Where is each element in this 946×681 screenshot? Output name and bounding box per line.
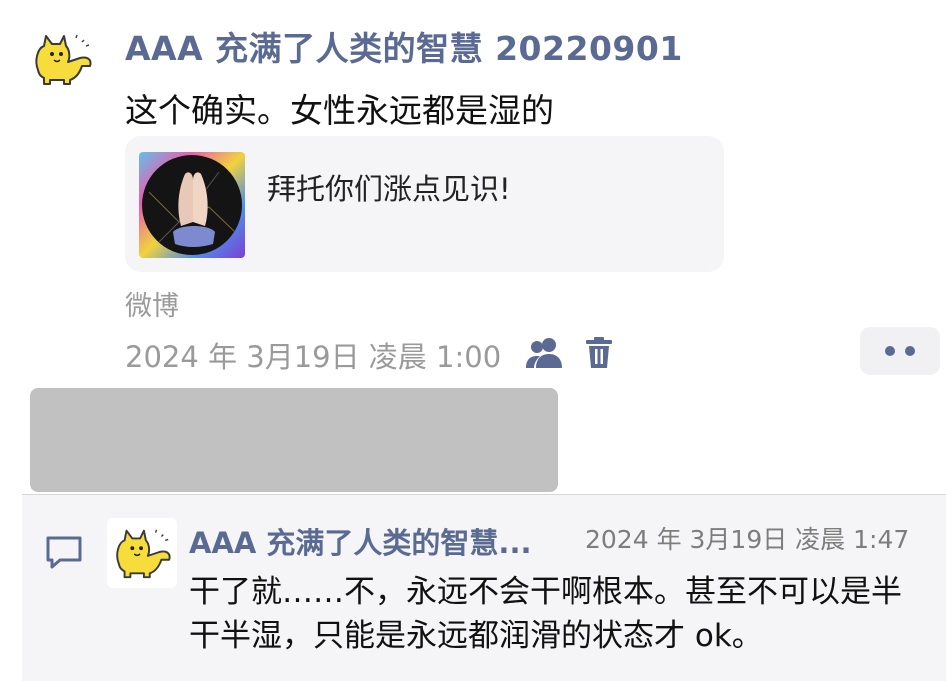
post-author-name[interactable]: AAA 充满了人类的智慧 20220901 bbox=[125, 22, 683, 70]
post-timestamp: 2024 年 3月19日 凌晨 1:00 bbox=[125, 340, 502, 374]
trash-icon bbox=[586, 337, 612, 368]
comment-author-avatar[interactable] bbox=[107, 518, 177, 588]
delete-button[interactable] bbox=[582, 336, 616, 370]
link-thumbnail bbox=[139, 152, 245, 258]
link-card-title: 拜托你们涨点见识! bbox=[267, 172, 511, 206]
visibility-button[interactable] bbox=[524, 336, 566, 370]
post-source: 微博 bbox=[125, 291, 179, 322]
people-icon bbox=[526, 338, 562, 368]
comment-timestamp: 2024 年 3月19日 凌晨 1:47 bbox=[585, 525, 910, 554]
author-avatar[interactable] bbox=[30, 30, 94, 86]
praying-hands-image bbox=[139, 152, 245, 258]
weibo-post-screen: AAA 充满了人类的智慧 20220901 这个确实。女性永远都是湿的 拜托你们… bbox=[0, 0, 946, 681]
comment-author-name[interactable]: AAA 充满了人类的智慧... bbox=[189, 520, 531, 562]
comment-button[interactable] bbox=[44, 534, 84, 570]
comment-text: 干了就……不，永远不会干啊根本。甚至不可以是半干半湿，只能是永远都润滑的状态才 … bbox=[189, 574, 902, 654]
post-text: 这个确实。女性永远都是湿的 bbox=[125, 91, 554, 130]
more-button[interactable] bbox=[860, 327, 940, 375]
redacted-block bbox=[30, 388, 558, 492]
more-dots-icon bbox=[885, 346, 895, 356]
yellow-cat-icon bbox=[116, 529, 171, 579]
yellow-cat-icon bbox=[35, 34, 92, 85]
more-dots-icon bbox=[905, 346, 915, 356]
comment-bubble-icon bbox=[46, 536, 82, 569]
link-card[interactable]: 拜托你们涨点见识! bbox=[125, 136, 724, 272]
